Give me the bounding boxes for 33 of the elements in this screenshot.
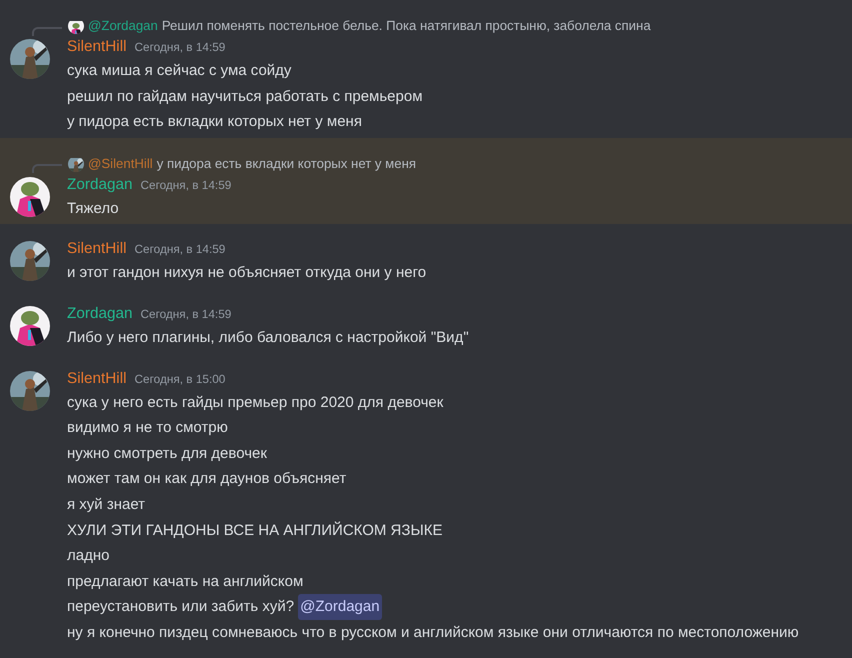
timestamp: Сегодня, в 14:59 — [134, 241, 226, 258]
message-text: переустановить или забить хуй? — [67, 597, 294, 618]
username[interactable]: Zordagan — [67, 174, 132, 197]
reply-author[interactable]: @SilentHill — [88, 154, 153, 174]
message-text: у пидора есть вкладки которых нет у меня — [67, 112, 363, 132]
message-text: Либо у него плагины, либо баловался с настройкой "Вид" — [67, 328, 470, 348]
message-text: и этот гандон нихуя не объясняет откуда они у него — [67, 263, 428, 284]
timestamp: Сегодня, в 15:00 — [134, 370, 226, 388]
mention[interactable]: @Zordagan — [298, 594, 382, 620]
message-text: сука миша я сейчас с ума сойду — [67, 61, 292, 81]
message-text: сука у него есть гайды премьер про 2020 для девочек — [67, 392, 444, 413]
reply-author[interactable]: @Zordagan — [88, 16, 158, 36]
reply-line — [32, 164, 62, 174]
message-text: видимо я не то смотрю — [67, 418, 229, 438]
reply-line — [32, 26, 62, 36]
message-text: ХУЛИ ЭТИ ГАНДОНЫ ВСЕ НА АНГЛИЙСКОМ ЯЗЫКЕ — [67, 520, 444, 541]
timestamp: Сегодня, в 14:59 — [134, 39, 226, 56]
timestamp: Сегодня, в 14:59 — [140, 306, 232, 323]
username[interactable]: Zordagan — [67, 302, 132, 326]
message-text: может там он как для даунов объясняет — [67, 469, 348, 490]
message-text: нужно смотреть для девочек — [67, 444, 268, 464]
message-text: ну я конечно пиздец сомневаюсь что в русском и английском языке они отличаются по местоположению — [67, 622, 800, 643]
message-text: ладно — [67, 546, 110, 566]
message-text: решил по гайдам научиться работать с премьером — [67, 86, 424, 107]
username[interactable]: SilentHill — [67, 368, 127, 390]
reply-text[interactable]: у пидора есть вкладки которых нет у меня — [156, 154, 416, 174]
username[interactable]: SilentHill — [67, 238, 127, 262]
message-text: я хуй знает — [67, 494, 146, 515]
reply-text[interactable]: Решил поменять постельное белье. Пока натягивал простыню, заболела спина — [162, 16, 651, 36]
timestamp: Сегодня, в 14:59 — [140, 176, 232, 194]
message-text: предлагают качать на английском — [67, 572, 304, 592]
message-text: Тяжело — [67, 198, 120, 219]
username[interactable]: SilentHill — [67, 36, 127, 59]
